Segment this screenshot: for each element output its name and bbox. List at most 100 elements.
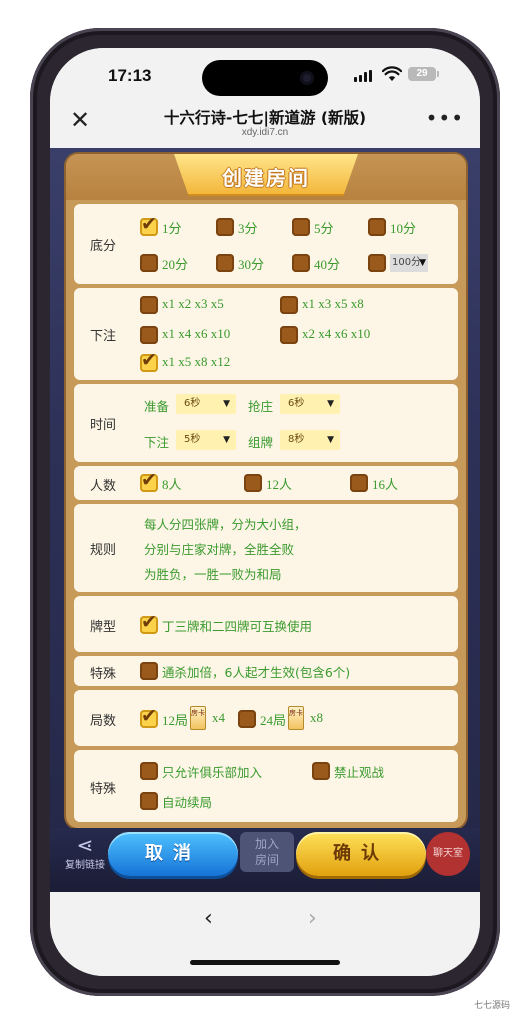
- status-time: 17:13: [108, 66, 152, 85]
- battery-indicator: 29: [408, 67, 439, 81]
- bet-option-3-checkbox[interactable]: [140, 326, 158, 344]
- players-16-label: 16人: [372, 477, 399, 492]
- dialog-title: 创建房间: [222, 166, 310, 190]
- chat-room-button[interactable]: 聊天室: [426, 832, 470, 876]
- base-score-1-label: 1分: [162, 221, 182, 236]
- page-title: 十六行诗-七七|新道游 (新版): [163, 109, 367, 127]
- copy-link-button[interactable]: ⋖ 复制链接: [60, 834, 110, 871]
- card-type-checkbox[interactable]: [140, 611, 158, 634]
- game-area: 创建房间 底分 1分 3分 5分 10分 20分 30分 40分 100分: [50, 148, 480, 892]
- base-score-20-label: 20分: [162, 257, 189, 272]
- join-room-button[interactable]: 加入 房间: [240, 832, 294, 872]
- bet-option-4-label: x2 x4 x6 x10: [302, 326, 371, 341]
- status-bar: 17:13 29: [50, 48, 480, 102]
- room-card-icon: 房卡: [190, 706, 206, 730]
- base-score-10-checkbox[interactable]: [368, 218, 386, 236]
- base-score-5-checkbox[interactable]: [292, 218, 310, 236]
- base-score-30-label: 30分: [238, 257, 265, 272]
- rules-label: 规则: [89, 543, 116, 558]
- group-cards-label: 组牌: [248, 435, 274, 450]
- base-score-40-checkbox[interactable]: [292, 254, 310, 272]
- rounds-label: 局数: [89, 714, 116, 729]
- players-12-label: 12人: [266, 477, 293, 492]
- players-8-checkbox[interactable]: [140, 469, 158, 492]
- cancel-button[interactable]: 取消: [108, 832, 238, 876]
- bet-option-5-label: x1 x5 x8 x12: [162, 354, 231, 369]
- rules-panel: 规则 每人分四张牌，分为大小组， 分别与庄家对牌，全胜全败 为胜负，一胜一败为和…: [74, 504, 458, 592]
- rounds-12-label: 12局: [162, 713, 189, 728]
- rounds-panel: 局数 12局 房卡 x4 24局 房卡 x8: [74, 690, 458, 746]
- bet-option-5-checkbox[interactable]: [140, 349, 158, 372]
- club-only-checkbox[interactable]: [140, 762, 158, 780]
- chevron-right-icon[interactable]: ›: [308, 906, 317, 931]
- double-kill-checkbox[interactable]: [140, 662, 158, 680]
- grab-banker-time-select[interactable]: 6秒: [280, 394, 340, 414]
- phone-screen: 17:13 29 ✕ 十六行诗-七七|新道游 (新版) xdy.idi7.cn …: [50, 48, 480, 976]
- game-bottom-bar: ⋖ 复制链接 取消 加入 房间 确认 聊天室: [50, 828, 480, 892]
- no-spectate-checkbox[interactable]: [312, 762, 330, 780]
- prepare-time-select[interactable]: 6秒: [176, 394, 236, 414]
- browser-bottom-bar: ‹ ›: [50, 892, 480, 976]
- base-score-panel: 底分 1分 3分 5分 10分 20分 30分 40分 100分: [74, 204, 458, 284]
- rounds-24-label: 24局: [260, 713, 287, 728]
- create-room-dialog: 创建房间 底分 1分 3分 5分 10分 20分 30分 40分 100分: [66, 154, 466, 828]
- players-16-checkbox[interactable]: [350, 474, 368, 492]
- bet-option-2-checkbox[interactable]: [280, 296, 298, 314]
- chevron-left-icon[interactable]: ‹: [204, 906, 213, 931]
- special-label-1: 特殊: [89, 667, 116, 682]
- players-12-checkbox[interactable]: [244, 474, 262, 492]
- bet-label: 下注: [89, 329, 116, 344]
- home-indicator: [190, 960, 340, 965]
- base-score-40-label: 40分: [314, 257, 341, 272]
- page-url: xdy.idi7.cn: [241, 127, 289, 138]
- cellular-signal-icon: [354, 70, 372, 82]
- base-score-100-dropdown[interactable]: 100分: [390, 254, 428, 272]
- dynamic-island: [202, 60, 328, 96]
- grab-banker-label: 抢庄: [248, 399, 274, 414]
- bet-option-1-checkbox[interactable]: [140, 296, 158, 314]
- prepare-label: 准备: [144, 399, 170, 414]
- confirm-button[interactable]: 确认: [296, 832, 426, 876]
- bet-option-2-label: x1 x3 x5 x8: [302, 296, 364, 311]
- watermark: 七七源码: [474, 1001, 511, 1011]
- auto-continue-checkbox[interactable]: [140, 792, 158, 810]
- bet-option-4-checkbox[interactable]: [280, 326, 298, 344]
- copy-link-label: 复制链接: [65, 860, 105, 871]
- base-score-5-label: 5分: [314, 221, 334, 236]
- rules-line-3: 为胜负，一胜一败为和局: [144, 567, 282, 582]
- camera-icon: [300, 71, 314, 85]
- base-score-30-checkbox[interactable]: [216, 254, 234, 272]
- bet-time-label: 下注: [144, 435, 170, 450]
- card-type-option: 丁三牌和二四牌可互换使用: [162, 619, 313, 634]
- rounds-12-checkbox[interactable]: [140, 705, 158, 728]
- special-panel-2: 特殊 只允许俱乐部加入 禁止观战 自动续局: [74, 750, 458, 822]
- room-card-icon: 房卡: [288, 706, 304, 730]
- rounds-24-cost: x8: [310, 710, 323, 725]
- base-score-10-label: 10分: [390, 221, 417, 236]
- players-8-label: 8人: [162, 477, 182, 492]
- bet-option-3-label: x1 x4 x6 x10: [162, 326, 231, 341]
- base-score-20-checkbox[interactable]: [140, 254, 158, 272]
- browser-navbar: ✕ 十六行诗-七七|新道游 (新版) xdy.idi7.cn •••: [50, 102, 480, 148]
- base-score-3-checkbox[interactable]: [216, 218, 234, 236]
- players-panel: 人数 8人 12人 16人: [74, 466, 458, 500]
- rounds-24-checkbox[interactable]: [238, 710, 256, 728]
- club-only-option: 只允许俱乐部加入: [162, 765, 263, 780]
- more-icon[interactable]: •••: [426, 108, 464, 128]
- base-score-label: 底分: [89, 239, 116, 254]
- time-label: 时间: [89, 418, 116, 433]
- rules-line-2: 分别与庄家对牌，全胜全败: [144, 542, 295, 557]
- double-kill-option: 通杀加倍，6人起才生效(包含6个): [162, 665, 351, 680]
- wifi-icon: [382, 66, 402, 81]
- special-label-2: 特殊: [89, 782, 116, 797]
- base-score-100-checkbox[interactable]: [368, 254, 386, 272]
- special-panel-1: 特殊 通杀加倍，6人起才生效(包含6个): [74, 656, 458, 686]
- join-room-label-2: 房间: [254, 853, 279, 867]
- close-icon[interactable]: ✕: [68, 108, 92, 132]
- join-room-label-1: 加入: [254, 837, 279, 851]
- rounds-12-cost: x4: [212, 710, 225, 725]
- base-score-1-checkbox[interactable]: [140, 213, 158, 236]
- group-cards-time-select[interactable]: 8秒: [280, 430, 340, 450]
- card-type-label: 牌型: [89, 620, 116, 635]
- bet-time-select[interactable]: 5秒: [176, 430, 236, 450]
